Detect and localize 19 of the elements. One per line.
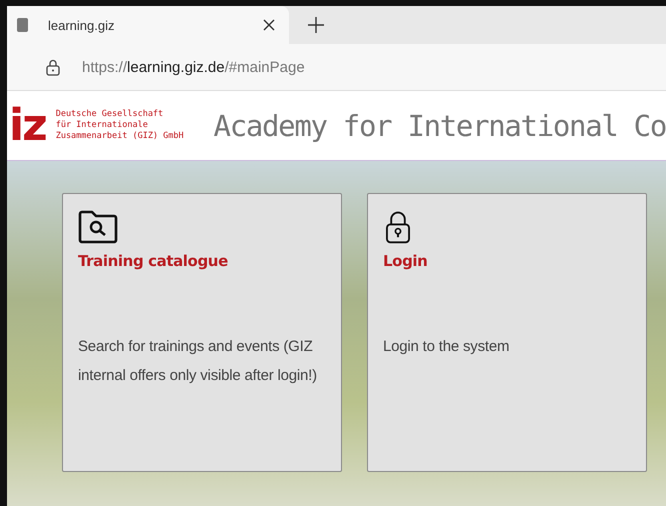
folder-search-icon (78, 210, 118, 244)
organisation-name-line: Zusammenarbeit (GIZ) GmbH (56, 131, 185, 142)
close-icon[interactable] (263, 19, 275, 31)
logo-letters: iz (9, 104, 46, 148)
padlock-icon (383, 210, 413, 244)
page-title: Academy for International Co (214, 108, 666, 142)
card-title[interactable]: Login (383, 252, 428, 270)
browser-tab[interactable]: learning.giz (7, 6, 289, 44)
favicon-icon (17, 18, 28, 32)
new-tab-icon[interactable] (307, 16, 325, 34)
card-description: Search for trainings and events (GIZ internal offers only visible after login!) (78, 337, 318, 386)
url-field[interactable]: https://learning.giz.de/#mainPage (82, 58, 305, 76)
card-title[interactable]: Training catalogue (78, 252, 228, 270)
card-description: Login to the system (383, 337, 510, 357)
organisation-name-line: Deutsche Gesellschaft (56, 109, 164, 120)
tile-card[interactable]: Login Login to the system (367, 193, 647, 472)
tile-card[interactable]: Training catalogue Search for trainings and events (GIZ internal offers only visible after login!) (62, 193, 342, 472)
organisation-name-line: für Internationale (56, 120, 149, 131)
lock-icon[interactable] (46, 58, 60, 76)
